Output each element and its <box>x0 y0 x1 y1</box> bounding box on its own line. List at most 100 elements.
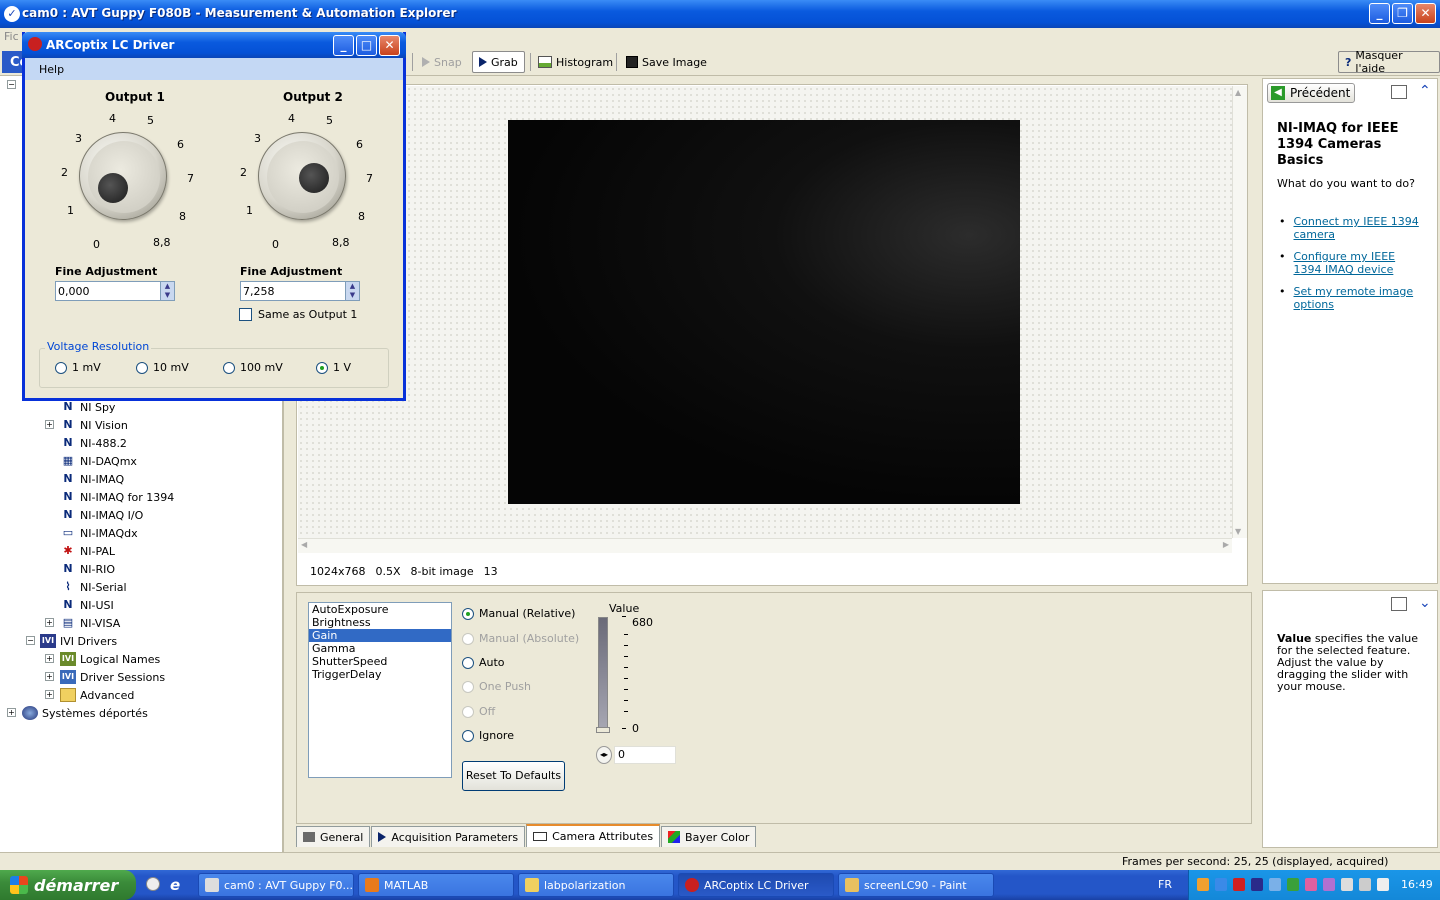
tray-icon[interactable] <box>1359 878 1371 891</box>
scroll-up-icon[interactable]: ▲ <box>1235 88 1241 97</box>
tray-icon[interactable] <box>1287 878 1299 891</box>
help-link-connect[interactable]: Connect my IEEE 1394 camera <box>1294 215 1420 241</box>
histogram-button[interactable]: Histogram <box>532 51 619 73</box>
taskbar-item-paint[interactable]: screenLC90 - Paint <box>838 873 994 897</box>
tree-expander[interactable]: + <box>45 654 54 663</box>
tree-item-ni-serial[interactable]: ⌇ NI-Serial <box>60 578 126 596</box>
tab-acquisition-parameters[interactable]: Acquisition Parameters <box>371 826 526 847</box>
mode-ignore-radio[interactable]: Ignore <box>462 729 514 742</box>
tree-item-ni-vision[interactable]: N NI Vision <box>60 416 127 434</box>
taskbar-item-mae[interactable]: cam0 : AVT Guppy F0... <box>198 873 354 897</box>
spin-arrows-icon[interactable]: ▲ ▼ <box>160 282 174 300</box>
tree-item-ivi-drivers[interactable]: IVI IVI Drivers <box>40 632 117 650</box>
tree-item-ni-visa[interactable]: ▤ NI-VISA <box>60 614 120 632</box>
tab-bayer-color[interactable]: Bayer Color <box>661 826 757 847</box>
mode-manual-absolute-radio[interactable]: Manual (Absolute) <box>462 632 579 645</box>
tree-item-ni-imaqdx[interactable]: ▭ NI-IMAQdx <box>60 524 138 542</box>
menu-help[interactable]: Help <box>39 63 64 76</box>
tree-item-remote-systems[interactable]: Systèmes déportés <box>22 704 148 722</box>
vertical-scrollbar[interactable]: ▲ ▼ <box>1232 86 1247 538</box>
tray-icon[interactable] <box>1215 878 1227 891</box>
spin-arrows-icon[interactable]: ▲ ▼ <box>345 282 359 300</box>
tray-icon[interactable] <box>1305 878 1317 891</box>
dialog-close-button[interactable]: ✕ <box>379 35 400 56</box>
volume-icon[interactable] <box>1341 878 1353 891</box>
back-button[interactable]: ◀ Précédent <box>1267 83 1355 103</box>
tab-general[interactable]: General <box>296 826 371 847</box>
collapse-down-icon[interactable]: ⌄ <box>1419 595 1431 611</box>
minimize-button[interactable]: _ <box>1369 3 1390 24</box>
tray-icon[interactable] <box>1323 878 1335 891</box>
quicklaunch-ie-icon[interactable]: e <box>170 876 180 894</box>
attribute-list[interactable]: AutoExposure Brightness Gain Gamma Shutt… <box>308 602 452 778</box>
voltage-100mv-radio[interactable]: 100 mV <box>223 361 283 374</box>
tree-item-ni-usi[interactable]: N NI-USI <box>60 596 113 614</box>
tree-item-ni-rio[interactable]: N NI-RIO <box>60 560 115 578</box>
tree-item-ni-daqmx[interactable]: ▦ NI-DAQmx <box>60 452 137 470</box>
help-layout-icon[interactable] <box>1391 85 1407 99</box>
taskbar-item-arcoptix[interactable]: ARCoptix LC Driver <box>678 873 834 897</box>
tree-expander[interactable]: + <box>45 672 54 681</box>
tree-item-ni-pal[interactable]: ✱ NI-PAL <box>60 542 115 560</box>
save-image-button[interactable]: Save Image <box>620 51 713 73</box>
tray-icon[interactable] <box>1251 878 1263 891</box>
collapse-up-icon[interactable]: ⌃ <box>1419 83 1431 99</box>
output2-fine-input[interactable]: 7,258 ▲ ▼ <box>240 281 360 301</box>
tray-icon[interactable] <box>1197 878 1209 891</box>
tree-item-driver-sessions[interactable]: IVI Driver Sessions <box>60 668 165 686</box>
tray-icon[interactable] <box>1269 878 1281 891</box>
taskbar-item-labpolarization[interactable]: labpolarization <box>518 873 674 897</box>
output1-knob[interactable] <box>79 132 167 220</box>
mode-one-push-radio[interactable]: One Push <box>462 680 531 693</box>
mode-off-radio[interactable]: Off <box>462 705 495 718</box>
tab-camera-attributes[interactable]: Camera Attributes <box>526 824 661 847</box>
scroll-left-icon[interactable]: ◀ <box>301 540 307 549</box>
tray-icon[interactable] <box>1233 878 1245 891</box>
voltage-1v-radio[interactable]: 1 V <box>316 361 351 374</box>
attribute-item[interactable]: Gamma <box>309 642 451 655</box>
attribute-item[interactable]: Brightness <box>309 616 451 629</box>
tree-expander[interactable]: + <box>45 618 54 627</box>
tree-item-ni-imaq[interactable]: N NI-IMAQ <box>60 470 124 488</box>
scroll-right-icon[interactable]: ▶ <box>1223 540 1229 549</box>
camera-image[interactable] <box>508 120 1020 504</box>
voltage-10mv-radio[interactable]: 10 mV <box>136 361 189 374</box>
dialog-minimize-button[interactable]: _ <box>333 35 354 56</box>
output2-knob[interactable] <box>258 132 346 220</box>
hide-help-button[interactable]: ? Masquer l'aide <box>1338 49 1440 75</box>
mode-manual-relative-radio[interactable]: Manual (Relative) <box>462 607 575 620</box>
attribute-item[interactable]: TriggerDelay <box>309 668 451 681</box>
dialog-maximize-button[interactable]: □ <box>356 35 377 56</box>
taskbar-item-matlab[interactable]: MATLAB <box>358 873 514 897</box>
value-input[interactable]: 0 <box>614 746 676 764</box>
close-button[interactable]: ✕ <box>1415 3 1436 24</box>
tree-item-ni-imaq-io[interactable]: N NI-IMAQ I/O <box>60 506 143 524</box>
tree-expander[interactable]: + <box>45 420 54 429</box>
value-slider-thumb[interactable] <box>596 727 610 733</box>
scroll-down-icon[interactable]: ▼ <box>1235 527 1241 536</box>
maximize-button[interactable]: ❐ <box>1392 3 1413 24</box>
tree-expander[interactable]: + <box>45 690 54 699</box>
tree-expander[interactable]: + <box>7 708 16 717</box>
help-link-remote[interactable]: Set my remote image options <box>1294 285 1420 311</box>
attribute-item-selected[interactable]: Gain <box>309 629 451 642</box>
language-indicator[interactable]: FR <box>1158 878 1172 891</box>
quicklaunch-explorer-icon[interactable] <box>146 877 160 891</box>
tree-item-ni-imaq-1394[interactable]: N NI-IMAQ for 1394 <box>60 488 174 506</box>
tree-expander[interactable]: − <box>7 80 16 89</box>
help-link-configure[interactable]: Configure my IEEE 1394 IMAQ device <box>1294 250 1420 276</box>
same-as-output1-checkbox[interactable]: Same as Output 1 <box>239 308 357 321</box>
grab-button[interactable]: Grab <box>472 51 525 73</box>
voltage-1mv-radio[interactable]: 1 mV <box>55 361 101 374</box>
tray-icon[interactable] <box>1377 878 1389 891</box>
output1-fine-input[interactable]: 0,000 ▲ ▼ <box>55 281 175 301</box>
tree-item-logical-names[interactable]: IVI Logical Names <box>60 650 160 668</box>
tree-expander[interactable]: − <box>26 636 35 645</box>
help-layout-icon[interactable] <box>1391 597 1407 611</box>
value-slider-track[interactable] <box>598 617 608 733</box>
start-button[interactable]: démarrer <box>0 870 136 900</box>
reset-to-defaults-button[interactable]: Reset To Defaults <box>462 761 565 791</box>
mode-auto-radio[interactable]: Auto <box>462 656 505 669</box>
horizontal-scrollbar[interactable]: ◀ ▶ <box>298 538 1232 553</box>
attribute-item[interactable]: ShutterSpeed <box>309 655 451 668</box>
